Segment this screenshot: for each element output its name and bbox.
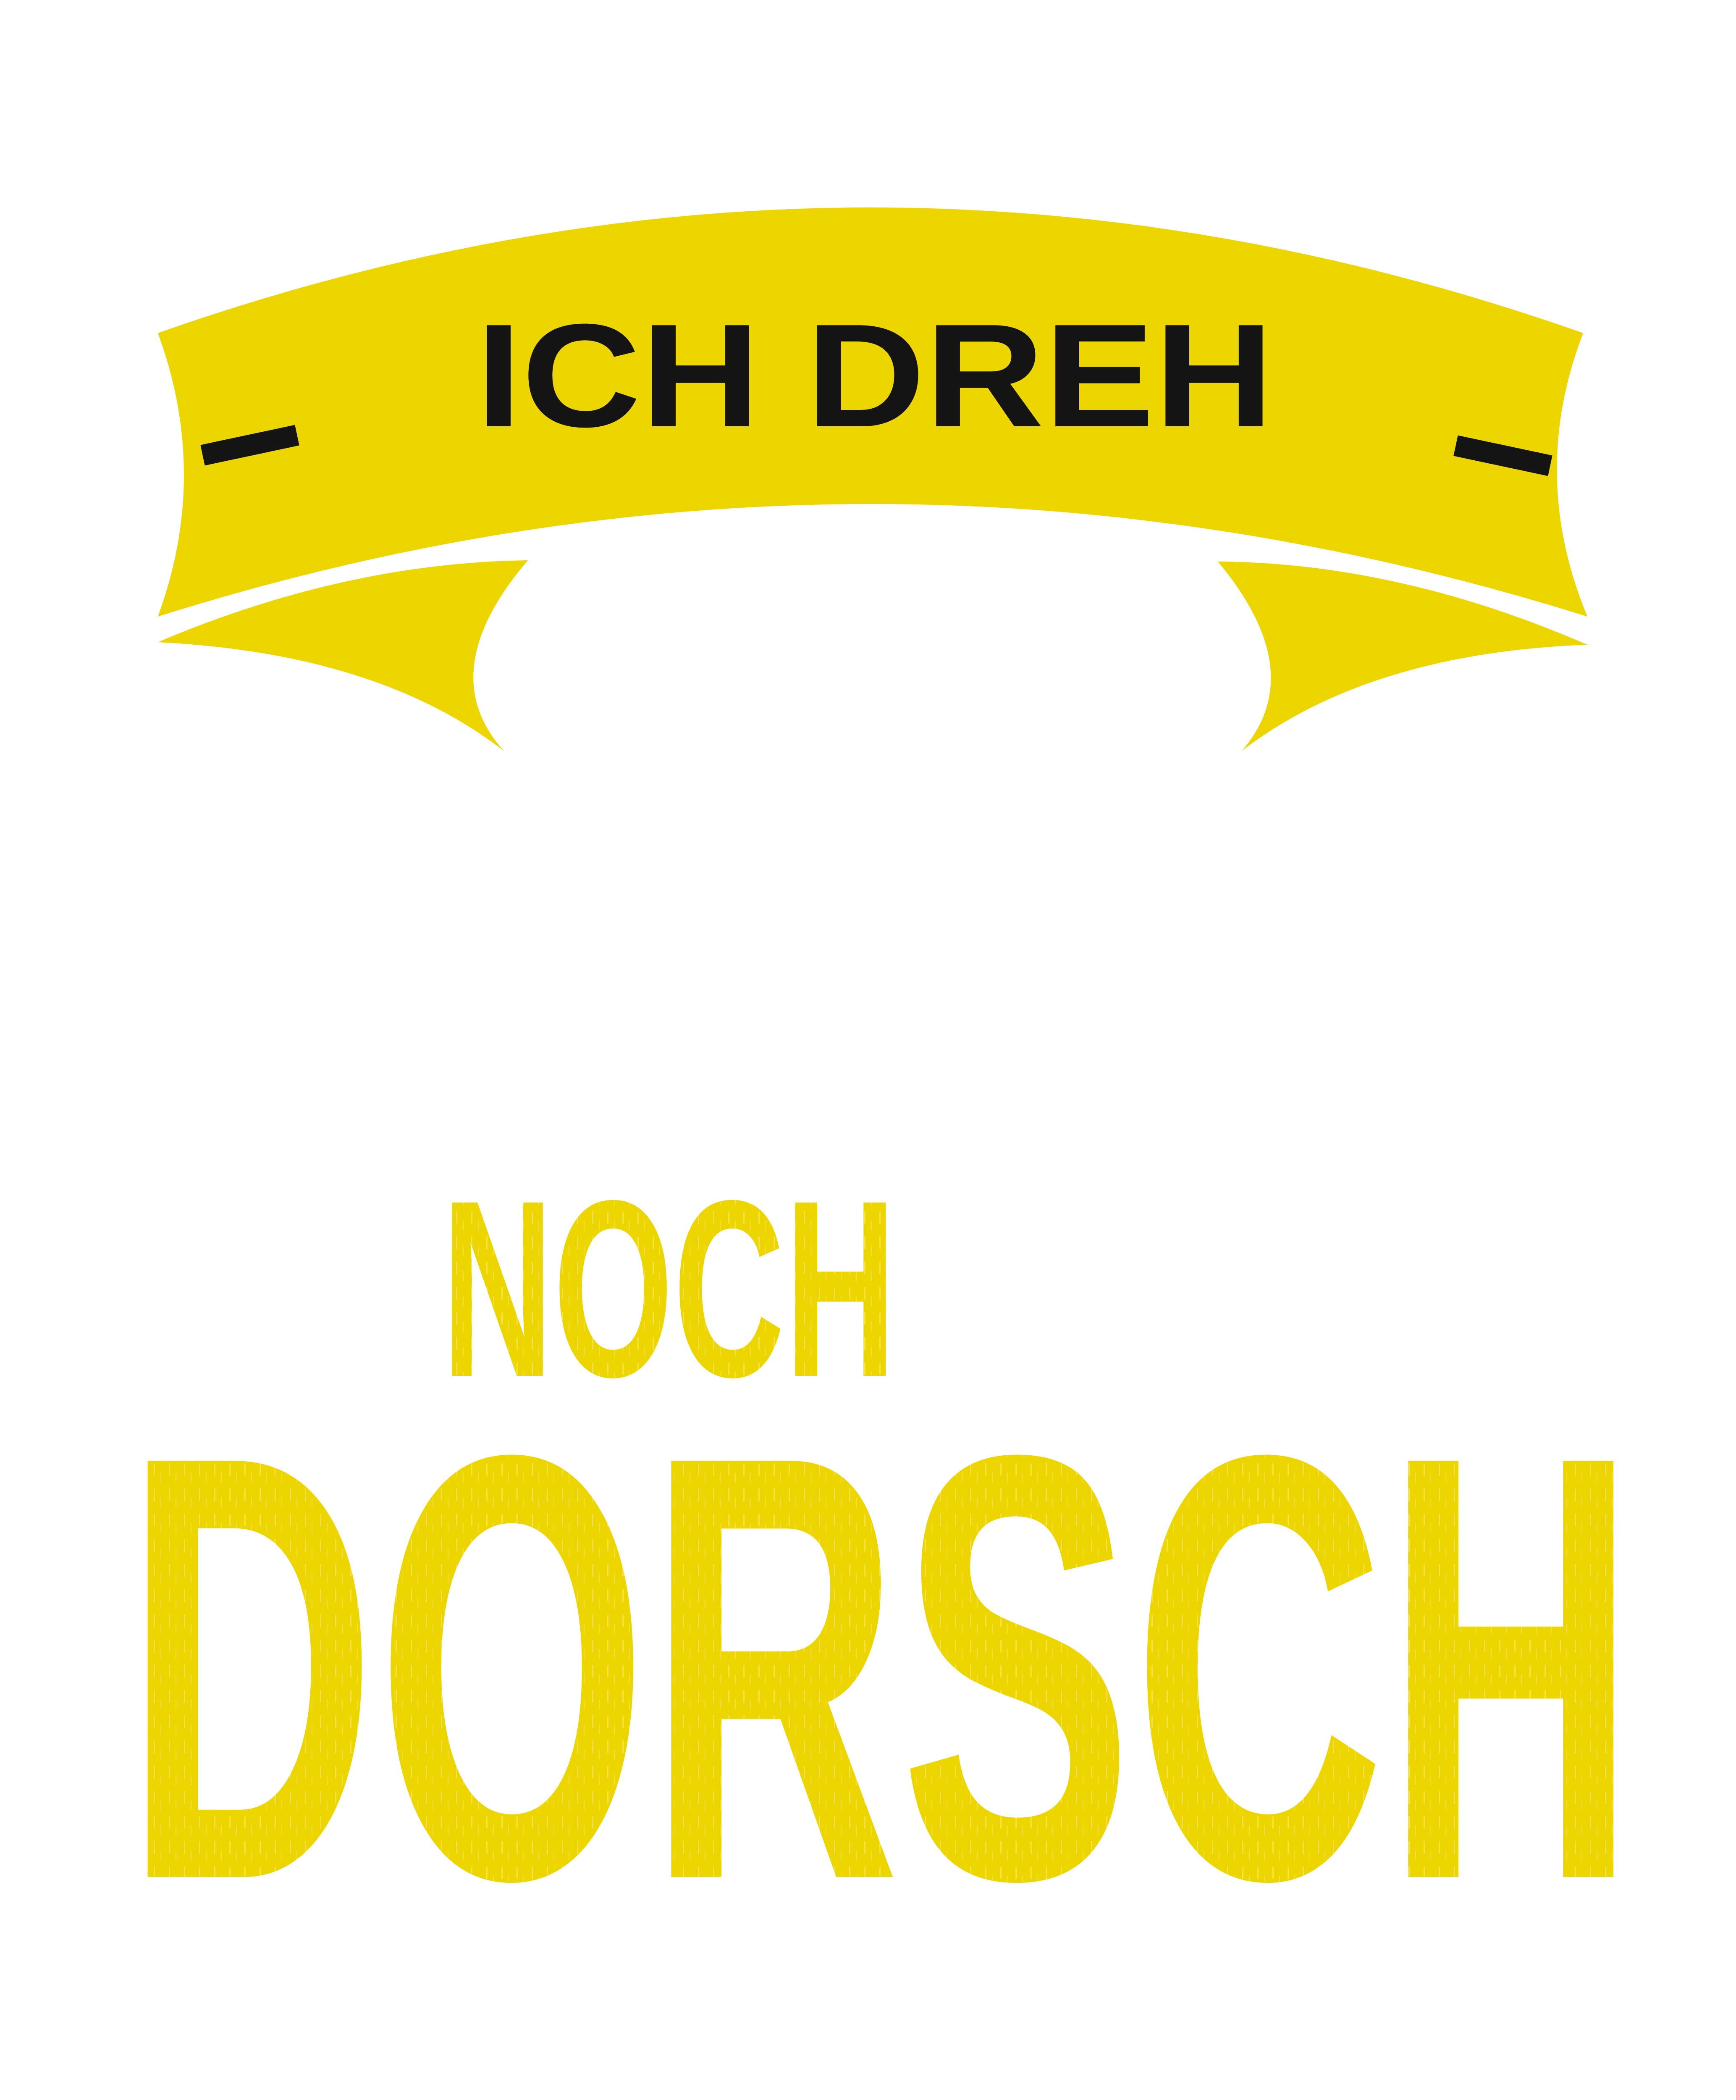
grunge-texture	[124, 1193, 1637, 1882]
banner-text: ICH DREH	[476, 294, 1274, 458]
shirt-design: ICH DREH NOCH DORSCH	[124, 207, 1637, 1974]
